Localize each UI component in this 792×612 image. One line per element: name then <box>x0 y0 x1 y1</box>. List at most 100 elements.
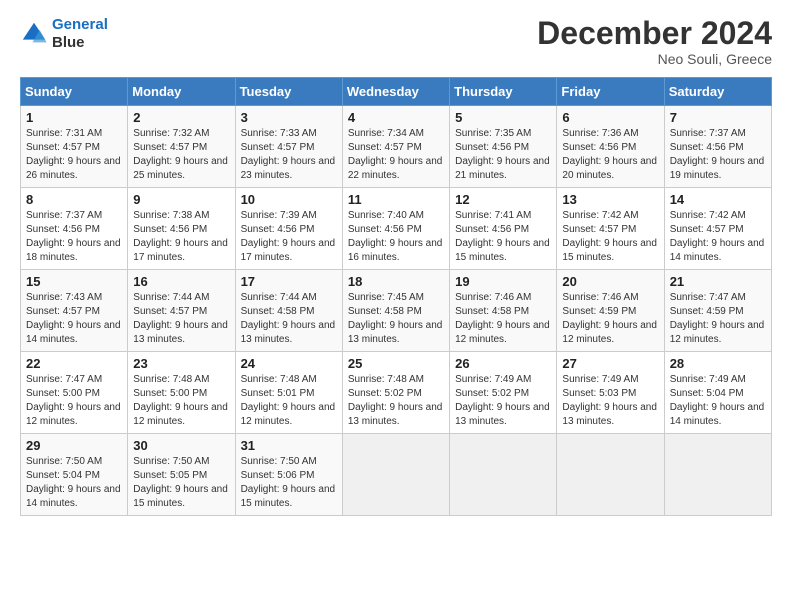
day-number: 22 <box>26 356 122 371</box>
page-subtitle: Neo Souli, Greece <box>537 51 772 67</box>
logo-text: General Blue <box>52 16 108 52</box>
day-info: Sunrise: 7:40 AMSunset: 4:56 PMDaylight:… <box>348 209 444 265</box>
day-number: 3 <box>241 110 337 125</box>
day-info: Sunrise: 7:45 AMSunset: 4:58 PMDaylight:… <box>348 291 444 347</box>
day-number: 5 <box>455 110 551 125</box>
day-info: Sunrise: 7:32 AMSunset: 4:57 PMDaylight:… <box>133 127 229 183</box>
day-number: 20 <box>562 274 658 289</box>
calendar-cell: 21 Sunrise: 7:47 AMSunset: 4:59 PMDayligh… <box>664 270 771 352</box>
calendar-cell: 5 Sunrise: 7:35 AMSunset: 4:56 PMDaylight… <box>450 106 557 188</box>
calendar-cell: 2 Sunrise: 7:32 AMSunset: 4:57 PMDaylight… <box>128 106 235 188</box>
calendar-cell: 26Sunrise: 7:49 AMSunset: 5:02 PMDayligh… <box>450 352 557 434</box>
day-info: Sunrise: 7:43 AMSunset: 4:57 PMDaylight:… <box>26 291 122 347</box>
calendar-cell: 28 Sunrise: 7:49 AMSunset: 5:04 PMDayligh… <box>664 352 771 434</box>
day-info: Sunrise: 7:48 AMSunset: 5:01 PMDaylight:… <box>241 373 337 429</box>
day-info: Sunrise: 7:41 AMSunset: 4:56 PMDaylight:… <box>455 209 551 265</box>
calendar-cell: 17Sunrise: 7:44 AMSunset: 4:58 PMDayligh… <box>235 270 342 352</box>
day-number: 10 <box>241 192 337 207</box>
day-number: 7 <box>670 110 766 125</box>
day-info: Sunrise: 7:49 AMSunset: 5:04 PMDaylight:… <box>670 373 766 429</box>
calendar-cell: 1Sunrise: 7:31 AMSunset: 4:57 PMDaylight… <box>21 106 128 188</box>
calendar-cell <box>664 434 771 516</box>
day-info: Sunrise: 7:47 AMSunset: 5:00 PMDaylight:… <box>26 373 122 429</box>
day-info: Sunrise: 7:37 AMSunset: 4:56 PMDaylight:… <box>26 209 122 265</box>
calendar-cell: 9Sunrise: 7:38 AMSunset: 4:56 PMDaylight… <box>128 188 235 270</box>
day-number: 24 <box>241 356 337 371</box>
day-number: 13 <box>562 192 658 207</box>
calendar-cell: 16 Sunrise: 7:44 AMSunset: 4:57 PMDayligh… <box>128 270 235 352</box>
calendar-cell: 25 Sunrise: 7:48 AMSunset: 5:02 PMDayligh… <box>342 352 449 434</box>
calendar-cell: 20 Sunrise: 7:46 AMSunset: 4:59 PMDayligh… <box>557 270 664 352</box>
col-header-monday: Monday <box>128 78 235 106</box>
day-info: Sunrise: 7:50 AMSunset: 5:04 PMDaylight:… <box>26 455 122 511</box>
day-number: 28 <box>670 356 766 371</box>
day-info: Sunrise: 7:42 AMSunset: 4:57 PMDaylight:… <box>670 209 766 265</box>
day-info: Sunrise: 7:35 AMSunset: 4:56 PMDaylight:… <box>455 127 551 183</box>
day-number: 18 <box>348 274 444 289</box>
day-info: Sunrise: 7:47 AMSunset: 4:59 PMDaylight:… <box>670 291 766 347</box>
day-number: 4 <box>348 110 444 125</box>
calendar-cell: 13 Sunrise: 7:42 AMSunset: 4:57 PMDayligh… <box>557 188 664 270</box>
calendar-cell: 30 Sunrise: 7:50 AMSunset: 5:05 PMDayligh… <box>128 434 235 516</box>
col-header-friday: Friday <box>557 78 664 106</box>
calendar-cell: 31 Sunrise: 7:50 AMSunset: 5:06 PMDayligh… <box>235 434 342 516</box>
day-info: Sunrise: 7:49 AMSunset: 5:02 PMDaylight:… <box>455 373 551 429</box>
col-header-saturday: Saturday <box>664 78 771 106</box>
calendar-cell: 15 Sunrise: 7:43 AMSunset: 4:57 PMDayligh… <box>21 270 128 352</box>
calendar-cell: 18 Sunrise: 7:45 AMSunset: 4:58 PMDayligh… <box>342 270 449 352</box>
logo: General Blue <box>20 16 108 52</box>
day-number: 25 <box>348 356 444 371</box>
calendar-cell: 19Sunrise: 7:46 AMSunset: 4:58 PMDayligh… <box>450 270 557 352</box>
day-number: 30 <box>133 438 229 453</box>
day-number: 23 <box>133 356 229 371</box>
day-info: Sunrise: 7:39 AMSunset: 4:56 PMDaylight:… <box>241 209 337 265</box>
day-info: Sunrise: 7:48 AMSunset: 5:00 PMDaylight:… <box>133 373 229 429</box>
calendar-cell: 12 Sunrise: 7:41 AMSunset: 4:56 PMDayligh… <box>450 188 557 270</box>
day-number: 14 <box>670 192 766 207</box>
calendar-cell: 27Sunrise: 7:49 AMSunset: 5:03 PMDayligh… <box>557 352 664 434</box>
col-header-thursday: Thursday <box>450 78 557 106</box>
calendar-cell: 6 Sunrise: 7:36 AMSunset: 4:56 PMDaylight… <box>557 106 664 188</box>
day-info: Sunrise: 7:48 AMSunset: 5:02 PMDaylight:… <box>348 373 444 429</box>
day-info: Sunrise: 7:36 AMSunset: 4:56 PMDaylight:… <box>562 127 658 183</box>
day-number: 2 <box>133 110 229 125</box>
calendar-cell: 11Sunrise: 7:40 AMSunset: 4:56 PMDayligh… <box>342 188 449 270</box>
day-number: 29 <box>26 438 122 453</box>
logo-icon <box>20 20 48 48</box>
calendar-cell: 29 Sunrise: 7:50 AMSunset: 5:04 PMDayligh… <box>21 434 128 516</box>
day-number: 16 <box>133 274 229 289</box>
day-info: Sunrise: 7:34 AMSunset: 4:57 PMDaylight:… <box>348 127 444 183</box>
calendar-cell <box>450 434 557 516</box>
day-number: 27 <box>562 356 658 371</box>
day-number: 6 <box>562 110 658 125</box>
day-info: Sunrise: 7:42 AMSunset: 4:57 PMDaylight:… <box>562 209 658 265</box>
col-header-wednesday: Wednesday <box>342 78 449 106</box>
calendar-cell: 3 Sunrise: 7:33 AMSunset: 4:57 PMDaylight… <box>235 106 342 188</box>
calendar-cell: 8 Sunrise: 7:37 AMSunset: 4:56 PMDaylight… <box>21 188 128 270</box>
day-info: Sunrise: 7:37 AMSunset: 4:56 PMDaylight:… <box>670 127 766 183</box>
day-info: Sunrise: 7:31 AMSunset: 4:57 PMDaylight:… <box>26 127 122 183</box>
day-number: 8 <box>26 192 122 207</box>
col-header-tuesday: Tuesday <box>235 78 342 106</box>
day-info: Sunrise: 7:33 AMSunset: 4:57 PMDaylight:… <box>241 127 337 183</box>
col-header-sunday: Sunday <box>21 78 128 106</box>
day-info: Sunrise: 7:50 AMSunset: 5:05 PMDaylight:… <box>133 455 229 511</box>
calendar-cell: 10 Sunrise: 7:39 AMSunset: 4:56 PMDayligh… <box>235 188 342 270</box>
calendar-cell: 4 Sunrise: 7:34 AMSunset: 4:57 PMDaylight… <box>342 106 449 188</box>
day-info: Sunrise: 7:46 AMSunset: 4:59 PMDaylight:… <box>562 291 658 347</box>
day-number: 12 <box>455 192 551 207</box>
calendar-cell: 22 Sunrise: 7:47 AMSunset: 5:00 PMDayligh… <box>21 352 128 434</box>
day-info: Sunrise: 7:50 AMSunset: 5:06 PMDaylight:… <box>241 455 337 511</box>
calendar-cell: 14 Sunrise: 7:42 AMSunset: 4:57 PMDayligh… <box>664 188 771 270</box>
page-header: General Blue December 2024 Neo Souli, Gr… <box>20 16 772 67</box>
calendar-cell: 23 Sunrise: 7:48 AMSunset: 5:00 PMDayligh… <box>128 352 235 434</box>
day-number: 15 <box>26 274 122 289</box>
day-number: 31 <box>241 438 337 453</box>
page-title: December 2024 <box>537 16 772 51</box>
calendar-cell: 7 Sunrise: 7:37 AMSunset: 4:56 PMDaylight… <box>664 106 771 188</box>
day-number: 17 <box>241 274 337 289</box>
day-info: Sunrise: 7:44 AMSunset: 4:57 PMDaylight:… <box>133 291 229 347</box>
day-number: 9 <box>133 192 229 207</box>
day-number: 21 <box>670 274 766 289</box>
calendar-cell <box>342 434 449 516</box>
